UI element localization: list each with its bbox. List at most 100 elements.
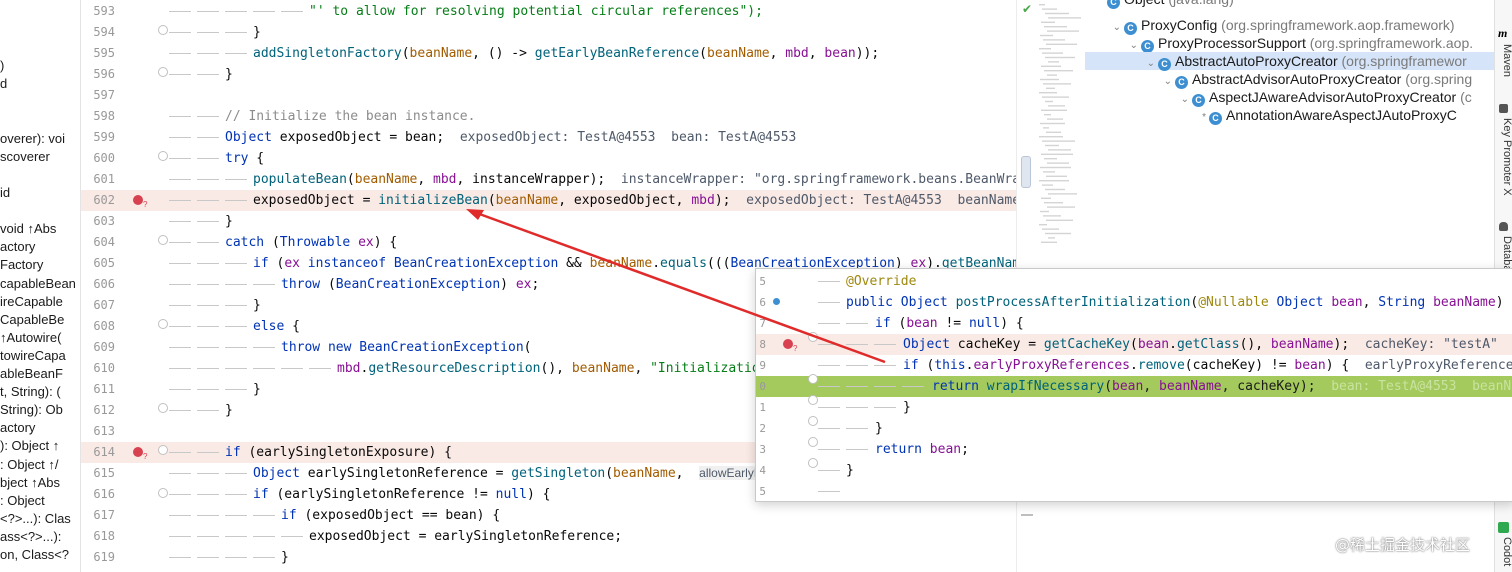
- code-text[interactable]: Object exposedObject = bean; exposedObje…: [225, 127, 796, 148]
- tab-database[interactable]: Databa: [1495, 236, 1512, 271]
- structure-item[interactable]: scoverer: [0, 149, 50, 164]
- popup-code-line[interactable]: 4}: [756, 460, 1512, 481]
- code-line[interactable]: 593 "' to allow for resolving potential c…: [81, 1, 1016, 22]
- code-line[interactable]: 597: [81, 85, 1016, 106]
- fold-marker[interactable]: [158, 235, 168, 245]
- code-text[interactable]: }: [281, 547, 289, 568]
- popup-code-text[interactable]: if (bean != null) {: [875, 313, 1024, 334]
- code-text[interactable]: try {: [225, 148, 264, 169]
- code-line[interactable]: 604 catch (Throwable ex) {: [81, 232, 1016, 253]
- popup-code-line[interactable]: 5 @Override: [756, 271, 1512, 292]
- structure-item[interactable]: on, Class<?: [0, 547, 69, 562]
- fold-marker[interactable]: [158, 319, 168, 329]
- code-text[interactable]: else {: [253, 316, 300, 337]
- popup-code-line[interactable]: 3 return bean;: [756, 439, 1512, 460]
- structure-item[interactable]: bject ↑Abs: [0, 475, 60, 490]
- code-text[interactable]: populateBean(beanName, mbd, instanceWrap…: [253, 169, 1016, 190]
- popup-code-line[interactable]: 6 public Object postProcessAfterInitializ…: [756, 292, 1512, 313]
- popup-code-text[interactable]: }: [846, 460, 854, 481]
- code-line[interactable]: 603}: [81, 211, 1016, 232]
- breakpoint-icon[interactable]: [133, 195, 143, 205]
- tree-node[interactable]: ⌄ C ProxyProcessorSupport (org.springframe…: [1085, 34, 1494, 53]
- popup-code-line[interactable]: 1}: [756, 397, 1512, 418]
- code-line[interactable]: 596}: [81, 64, 1016, 85]
- override-marker-icon[interactable]: [773, 298, 780, 305]
- structure-item[interactable]: towireCapa: [0, 348, 66, 363]
- code-text[interactable]: throw new BeanCreationException(: [281, 337, 531, 358]
- tree-node[interactable]: ⌄ C AbstractAutoProxyCreator (org.springfr…: [1085, 52, 1494, 71]
- popup-code-text[interactable]: @Override: [846, 271, 916, 292]
- fold-marker[interactable]: [158, 488, 168, 498]
- code-line[interactable]: 601 populateBean(beanName, mbd, instanceW…: [81, 169, 1016, 190]
- code-text[interactable]: if (earlySingletonReference != null) {: [253, 484, 550, 505]
- code-text[interactable]: if (earlySingletonExposure) {: [225, 442, 452, 463]
- tree-node[interactable]: C Object (java.lang): [1085, 0, 1494, 9]
- structure-item[interactable]: overer): voi: [0, 131, 65, 146]
- structure-item[interactable]: id: [0, 185, 10, 200]
- structure-item[interactable]: d: [0, 76, 7, 91]
- structure-item[interactable]: String): Ob: [0, 402, 63, 417]
- popup-code-text[interactable]: return wrapIfNecessary(bean, beanName, c…: [932, 376, 1512, 397]
- code-text[interactable]: catch (Throwable ex) {: [225, 232, 397, 253]
- code-text[interactable]: Object earlySingletonReference = getSing…: [253, 463, 813, 484]
- code-line[interactable]: 598 // Initialize the bean instance.: [81, 106, 1016, 127]
- structure-item[interactable]: ass<?>...):: [0, 529, 61, 544]
- fold-marker[interactable]: [158, 445, 168, 455]
- popup-code-line[interactable]: 7 if (bean != null) {: [756, 313, 1512, 334]
- tab-key-promoter[interactable]: Key Promoter X: [1495, 118, 1512, 196]
- code-text[interactable]: // Initialize the bean instance.: [225, 106, 475, 127]
- tree-node[interactable]: ⌄ C AspectJAwareAdvisorAutoProxyCreator (c: [1085, 88, 1494, 107]
- fold-marker[interactable]: [808, 437, 818, 447]
- structure-item[interactable]: actory: [0, 239, 35, 254]
- maven-icon[interactable]: m: [1498, 26, 1507, 41]
- structure-item[interactable]: <?>...): Clas: [0, 511, 71, 526]
- fold-marker[interactable]: [808, 458, 818, 468]
- code-line[interactable]: 600 try {: [81, 148, 1016, 169]
- popup-code-text[interactable]: if (this.earlyProxyReferences.remove(cac…: [903, 355, 1512, 376]
- structure-item[interactable]: ): [0, 58, 4, 73]
- code-text[interactable]: }: [253, 295, 261, 316]
- tree-node[interactable]: ⌄ C ProxyConfig (org.springframework.aop.f…: [1085, 16, 1494, 35]
- quick-definition-popup[interactable]: 5 @Override 6 public Object postProcessAfte…: [755, 268, 1512, 502]
- code-text[interactable]: }: [225, 211, 233, 232]
- structure-item[interactable]: ireCapable: [0, 294, 63, 309]
- code-text[interactable]: }: [253, 22, 261, 43]
- structure-item[interactable]: : Object: [0, 493, 45, 508]
- code-line[interactable]: 617 if (exposedObject == bean) {: [81, 505, 1016, 526]
- breakpoint-icon[interactable]: [133, 447, 143, 457]
- code-text[interactable]: exposedObject = earlySingletonReference;: [309, 526, 622, 547]
- expand-chevron-icon[interactable]: *: [1085, 109, 1209, 127]
- tab-codota[interactable]: Codot: [1495, 537, 1512, 566]
- code-line[interactable]: 619}: [81, 547, 1016, 568]
- structure-item[interactable]: ): Object ↑: [0, 438, 59, 453]
- fold-marker[interactable]: [158, 67, 168, 77]
- popup-code-text[interactable]: Object cacheKey = getCacheKey(bean.getCl…: [903, 334, 1498, 355]
- structure-item[interactable]: actory: [0, 420, 35, 435]
- code-text[interactable]: }: [225, 64, 233, 85]
- tab-maven[interactable]: Maven: [1495, 44, 1512, 77]
- code-text[interactable]: }: [225, 400, 233, 421]
- code-line[interactable]: 618 exposedObject = earlySingletonReferen…: [81, 526, 1016, 547]
- popup-code-line[interactable]: 2}: [756, 418, 1512, 439]
- fold-marker[interactable]: [808, 374, 818, 384]
- breakpoint-icon[interactable]: [783, 339, 793, 349]
- fold-marker[interactable]: [808, 416, 818, 426]
- fold-marker[interactable]: [808, 332, 818, 342]
- structure-item[interactable]: ↑Autowire(: [0, 330, 61, 345]
- tree-node[interactable]: * C AnnotationAwareAspectJAutoProxyC: [1085, 106, 1494, 127]
- code-line[interactable]: 599 Object exposedObject = bean; exposedO…: [81, 127, 1016, 148]
- code-text[interactable]: }: [253, 379, 261, 400]
- structure-item[interactable]: : Object ↑/: [0, 457, 59, 472]
- code-line[interactable]: 594}: [81, 22, 1016, 43]
- fold-marker[interactable]: [808, 395, 818, 405]
- popup-code-text[interactable]: return bean;: [875, 439, 969, 460]
- structure-item[interactable]: ableBeanF: [0, 366, 63, 381]
- code-text[interactable]: "' to allow for resolving potential circ…: [309, 1, 763, 22]
- fold-marker[interactable]: [158, 25, 168, 35]
- code-text[interactable]: throw (BeanCreationException) ex;: [281, 274, 539, 295]
- tree-node[interactable]: ⌄ C AbstractAdvisorAutoProxyCreator (org.s…: [1085, 70, 1494, 89]
- popup-code-line[interactable]: 8? Object cacheKey = getCacheKey(bean.get…: [756, 334, 1512, 355]
- type-hierarchy-tree[interactable]: C Object (java.lang) ⌄CProxyConfig (org.sp…: [1085, 0, 1494, 130]
- popup-code-line[interactable]: 5: [756, 481, 1512, 501]
- code-text[interactable]: mbd.getResourceDescription(), beanName, …: [337, 358, 791, 379]
